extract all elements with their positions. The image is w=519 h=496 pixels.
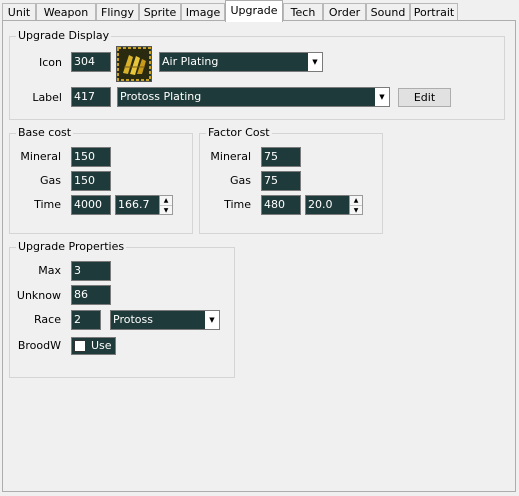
race-id-field[interactable]: 2 <box>71 310 101 330</box>
label-name-value: Protoss Plating <box>120 90 202 103</box>
chevron-down-icon[interactable]: ▼ <box>375 88 389 106</box>
tab-weapon[interactable]: Weapon <box>36 3 96 20</box>
base-mineral-field[interactable]: 150 <box>71 147 111 167</box>
tab-order[interactable]: Order <box>323 3 366 20</box>
factor-time-field[interactable]: 480 <box>261 195 301 215</box>
upgrade-properties-title: Upgrade Properties <box>16 240 127 253</box>
spin-up-icon[interactable]: ▲ <box>350 196 362 206</box>
factor-time-label: Time <box>224 198 251 211</box>
chevron-down-icon[interactable]: ▼ <box>205 311 219 329</box>
label-label: Label <box>32 91 62 104</box>
icon-name-select[interactable]: Air Plating ▼ <box>159 52 323 72</box>
icon-name-value: Air Plating <box>162 55 219 68</box>
icon-label: Icon <box>39 56 62 69</box>
tab-portrait[interactable]: Portrait <box>410 3 458 20</box>
tab-unit[interactable]: Unit <box>2 3 36 20</box>
air-plating-icon <box>116 46 152 82</box>
tab-sprite[interactable]: Sprite <box>139 3 181 20</box>
tab-upgrade[interactable]: Upgrade <box>225 0 283 22</box>
tab-sound[interactable]: Sound <box>366 3 410 20</box>
tab-strip: Unit Weapon Flingy Sprite Image Upgrade … <box>0 0 519 22</box>
spin-down-icon[interactable]: ▼ <box>160 206 172 215</box>
base-time-seconds-field[interactable]: 166.7 <box>115 195 160 215</box>
edit-button[interactable]: Edit <box>398 88 451 107</box>
base-time-field[interactable]: 4000 <box>71 195 111 215</box>
use-checkbox[interactable] <box>74 340 86 352</box>
base-cost-title: Base cost <box>16 126 74 139</box>
factor-time-spinner[interactable]: ▲ ▼ <box>349 195 363 215</box>
tab-flingy[interactable]: Flingy <box>96 3 139 20</box>
label-name-select[interactable]: Protoss Plating ▼ <box>117 87 390 107</box>
factor-gas-field[interactable]: 75 <box>261 171 301 191</box>
factor-time-seconds-field[interactable]: 20.0 <box>305 195 350 215</box>
factor-cost-title: Factor Cost <box>206 126 272 139</box>
upgrade-display-title: Upgrade Display <box>16 29 112 42</box>
broodw-use-toggle[interactable]: Use <box>71 337 116 355</box>
factor-mineral-label: Mineral <box>210 150 251 163</box>
base-gas-label: Gas <box>40 174 61 187</box>
spin-down-icon[interactable]: ▼ <box>350 206 362 215</box>
unknow-field[interactable]: 86 <box>71 285 111 305</box>
upgrade-display-group <box>9 36 505 120</box>
unknow-label: Unknow <box>16 289 61 302</box>
base-gas-field[interactable]: 150 <box>71 171 111 191</box>
base-time-spinner[interactable]: ▲ ▼ <box>159 195 173 215</box>
use-label: Use <box>91 339 112 352</box>
label-id-field[interactable]: 417 <box>71 87 111 107</box>
race-select[interactable]: Protoss ▼ <box>110 310 220 330</box>
broodw-label: BroodW <box>17 339 61 352</box>
base-mineral-label: Mineral <box>20 150 61 163</box>
tab-tech[interactable]: Tech <box>283 3 323 20</box>
base-time-label: Time <box>34 198 61 211</box>
factor-gas-label: Gas <box>230 174 251 187</box>
race-label: Race <box>34 313 61 326</box>
tab-image[interactable]: Image <box>181 3 225 20</box>
icon-id-field[interactable]: 304 <box>71 52 111 72</box>
max-field[interactable]: 3 <box>71 261 111 281</box>
max-label: Max <box>38 264 61 277</box>
factor-mineral-field[interactable]: 75 <box>261 147 301 167</box>
race-name-value: Protoss <box>113 313 153 326</box>
spin-up-icon[interactable]: ▲ <box>160 196 172 206</box>
chevron-down-icon[interactable]: ▼ <box>308 53 322 71</box>
